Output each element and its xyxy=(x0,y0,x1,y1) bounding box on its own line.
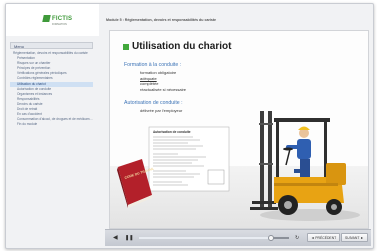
pause-button[interactable]: ❚❚ xyxy=(125,234,133,242)
logo-mark-icon xyxy=(42,15,51,22)
document-title: Autorisation de conduite xyxy=(153,130,191,134)
forklift-image xyxy=(250,111,360,221)
formation-heading: Formation à la conduite : xyxy=(124,62,182,68)
logo-area: FICTIS FORMATION xyxy=(6,4,99,36)
formation-bullet: formation obligatoire xyxy=(140,70,177,75)
brand-tagline: FORMATION xyxy=(52,23,67,26)
menu-header[interactable]: Menu xyxy=(10,42,93,49)
code-du-travail-book-image: CODE DU TRAVAIL xyxy=(117,159,154,208)
progress-fill xyxy=(139,237,271,239)
slide-content: Utilisation du chariot Formation à la co… xyxy=(109,30,369,229)
module-title: Module 5 : Réglementation, devoirs et re… xyxy=(106,18,217,22)
brand-logo: FICTIS xyxy=(42,15,73,22)
slide-title: Utilisation du chariot xyxy=(132,41,232,52)
formation-bullet: réactualisée si nécessaire xyxy=(140,86,187,92)
volume-icon[interactable]: ◀ xyxy=(113,234,118,242)
formation-bullet: complétée xyxy=(140,81,159,86)
sidebar-item[interactable]: Fin du module xyxy=(10,122,93,127)
previous-button[interactable]: ◄ PRÉCÉDENT xyxy=(307,233,341,242)
progress-handle[interactable] xyxy=(268,235,274,241)
course-player-window: FICTIS FORMATION Menu Réglementation, de… xyxy=(5,3,374,249)
player-controls: ◀ ❚❚ ↻ ◄ PRÉCÉDENT SUIVANT ► xyxy=(105,229,371,246)
formation-bullet: adéquate xyxy=(140,75,157,81)
next-button[interactable]: SUIVANT ► xyxy=(341,233,368,242)
autorisation-bullet: délivrée par l'employeur xyxy=(140,108,183,113)
sidebar-menu: Réglementation, devoirs et responsabilit… xyxy=(10,51,93,127)
progress-bar[interactable] xyxy=(139,235,289,241)
title-bullet-icon xyxy=(123,44,129,50)
brand-name: FICTIS xyxy=(52,15,73,22)
autorisation-heading: Autorisation de conduite : xyxy=(124,100,183,106)
replay-icon[interactable]: ↻ xyxy=(295,234,299,242)
authorization-document-image: Autorisation de conduite xyxy=(148,126,230,192)
